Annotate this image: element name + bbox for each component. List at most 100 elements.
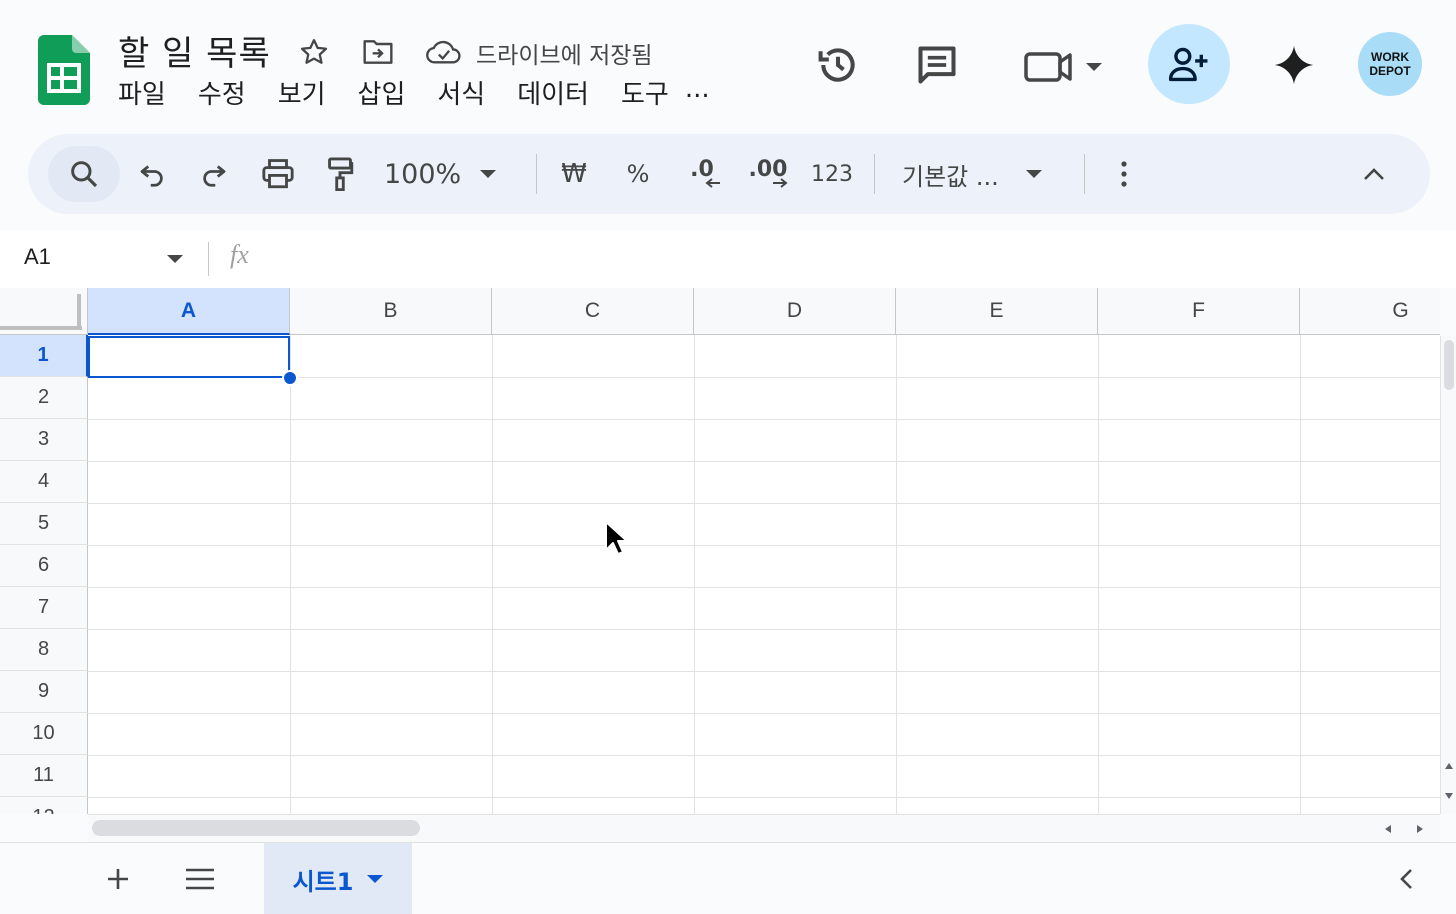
scroll-left-icon[interactable] (1378, 819, 1398, 839)
video-call-icon[interactable] (1022, 44, 1108, 88)
arrow-right-icon (773, 178, 788, 188)
grid-row-line (88, 629, 1440, 630)
sheet-tab-label: 시트1 (292, 867, 354, 896)
menu-file[interactable]: 파일 (118, 74, 166, 111)
menu-bar: 파일 수정 보기 삽입 서식 데이터 도구 ... (118, 74, 710, 111)
paint-format-icon[interactable] (320, 134, 360, 214)
document-title[interactable]: 할 일 목록 (118, 26, 271, 75)
chevron-down-icon[interactable] (166, 254, 184, 264)
grid-row-line (88, 587, 1440, 588)
horizontal-scroll-thumb[interactable] (92, 820, 420, 836)
column-header[interactable]: A (88, 288, 290, 335)
account-avatar[interactable]: WORK DEPOT (1358, 32, 1422, 96)
scroll-right-icon[interactable] (1410, 819, 1430, 839)
toolbar-divider (536, 154, 537, 194)
grid-column-line (1300, 335, 1301, 814)
undo-icon[interactable] (132, 134, 172, 214)
row-header[interactable]: 9 (0, 671, 88, 713)
font-select[interactable]: 기본값 ... (902, 134, 1062, 214)
chevron-down-icon[interactable] (367, 875, 384, 883)
column-header[interactable]: F (1098, 288, 1300, 335)
increase-decimal-button[interactable]: .00 (742, 134, 794, 214)
share-button[interactable] (1148, 24, 1230, 104)
row-header[interactable]: 12 (0, 797, 88, 814)
grid-row-line (88, 419, 1440, 420)
menu-format[interactable]: 서식 (437, 74, 485, 111)
spreadsheet-grid[interactable]: ABCDEFG123456789101112 (0, 288, 1440, 814)
gemini-sparkle-icon[interactable] (1272, 42, 1316, 88)
grid-column-line (1098, 335, 1099, 814)
name-box[interactable]: A1 (24, 244, 51, 270)
decrease-decimal-button[interactable]: .0 (678, 134, 726, 214)
menu-view[interactable]: 보기 (278, 74, 326, 111)
comment-icon[interactable] (912, 42, 962, 88)
menu-data[interactable]: 데이터 (517, 74, 589, 111)
vertical-scrollbar[interactable] (1440, 336, 1456, 814)
row-header[interactable]: 5 (0, 503, 88, 545)
formula-divider (208, 242, 209, 276)
column-header[interactable]: G (1300, 288, 1440, 335)
scroll-up-icon[interactable] (1443, 756, 1455, 776)
row-header[interactable]: 10 (0, 713, 88, 755)
formula-input[interactable] (280, 238, 1440, 280)
more-vert-icon[interactable] (1106, 134, 1142, 214)
plus-icon[interactable] (100, 861, 136, 897)
row-header[interactable]: 3 (0, 419, 88, 461)
redo-icon[interactable] (194, 134, 234, 214)
menu-icon[interactable] (182, 861, 218, 897)
row-header[interactable]: 6 (0, 545, 88, 587)
grid-row-line (88, 797, 1440, 798)
column-header[interactable]: E (896, 288, 1098, 335)
column-header[interactable]: C (492, 288, 694, 335)
grid-column-line (290, 335, 291, 814)
column-header[interactable]: D (694, 288, 896, 335)
grid-row-line (88, 713, 1440, 714)
row-header[interactable]: 7 (0, 587, 88, 629)
corner-freeze-handle[interactable] (0, 326, 82, 330)
scroll-down-icon[interactable] (1443, 786, 1455, 806)
column-header[interactable]: B (290, 288, 492, 335)
fill-handle[interactable] (282, 370, 298, 386)
sheet-tab-1[interactable]: 시트1 (264, 843, 412, 914)
history-icon[interactable] (814, 42, 862, 88)
avatar-line1: WORK (1371, 50, 1409, 64)
corner-freeze-handle[interactable] (77, 294, 81, 330)
grid-column-line (694, 335, 695, 814)
currency-format-button[interactable]: ₩ (552, 134, 596, 214)
row-header[interactable]: 1 (0, 335, 88, 377)
save-status: 드라이브에 저장됨 (476, 43, 653, 69)
percent-format-button[interactable]: % (616, 134, 660, 214)
number-format-button[interactable]: 123 (808, 134, 856, 214)
row-header[interactable]: 2 (0, 377, 88, 419)
sheets-app: 할 일 목록 드라이브에 저장됨 파일 수정 보기 삽입 서식 데이터 도구 .… (0, 0, 1456, 914)
select-all-corner[interactable] (0, 288, 88, 335)
menu-tools[interactable]: 도구 (621, 74, 669, 111)
fx-icon: fx (230, 240, 249, 269)
row-header[interactable]: 4 (0, 461, 88, 503)
currency-symbol: ₩ (561, 159, 587, 189)
move-folder-icon[interactable] (360, 34, 396, 70)
menu-more[interactable]: ... (685, 74, 710, 111)
zoom-select[interactable]: 100% (384, 134, 524, 214)
sheets-logo-icon[interactable] (38, 35, 90, 105)
chevron-down-icon (1025, 170, 1042, 178)
formula-bar: A1 fx (0, 230, 1456, 288)
star-icon[interactable] (296, 34, 332, 70)
avatar-line2: DEPOT (1369, 64, 1411, 78)
menu-insert[interactable]: 삽입 (358, 74, 406, 111)
horizontal-scrollbar[interactable] (88, 814, 1440, 842)
mouse-cursor-icon (604, 520, 628, 556)
cloud-done-icon[interactable] (424, 34, 464, 70)
print-icon[interactable] (258, 134, 298, 214)
chevron-left-icon[interactable] (1388, 861, 1424, 897)
search-icon[interactable] (62, 134, 106, 214)
vertical-scroll-thumb[interactable] (1444, 340, 1454, 390)
chevron-up-icon[interactable] (1354, 134, 1394, 214)
row-header[interactable]: 11 (0, 755, 88, 797)
menu-edit[interactable]: 수정 (198, 74, 246, 111)
add-person-icon (1169, 47, 1208, 82)
grid-row-line (88, 671, 1440, 672)
selected-cell[interactable] (88, 336, 290, 378)
row-header[interactable]: 8 (0, 629, 88, 671)
toolbar-divider (1084, 154, 1085, 194)
